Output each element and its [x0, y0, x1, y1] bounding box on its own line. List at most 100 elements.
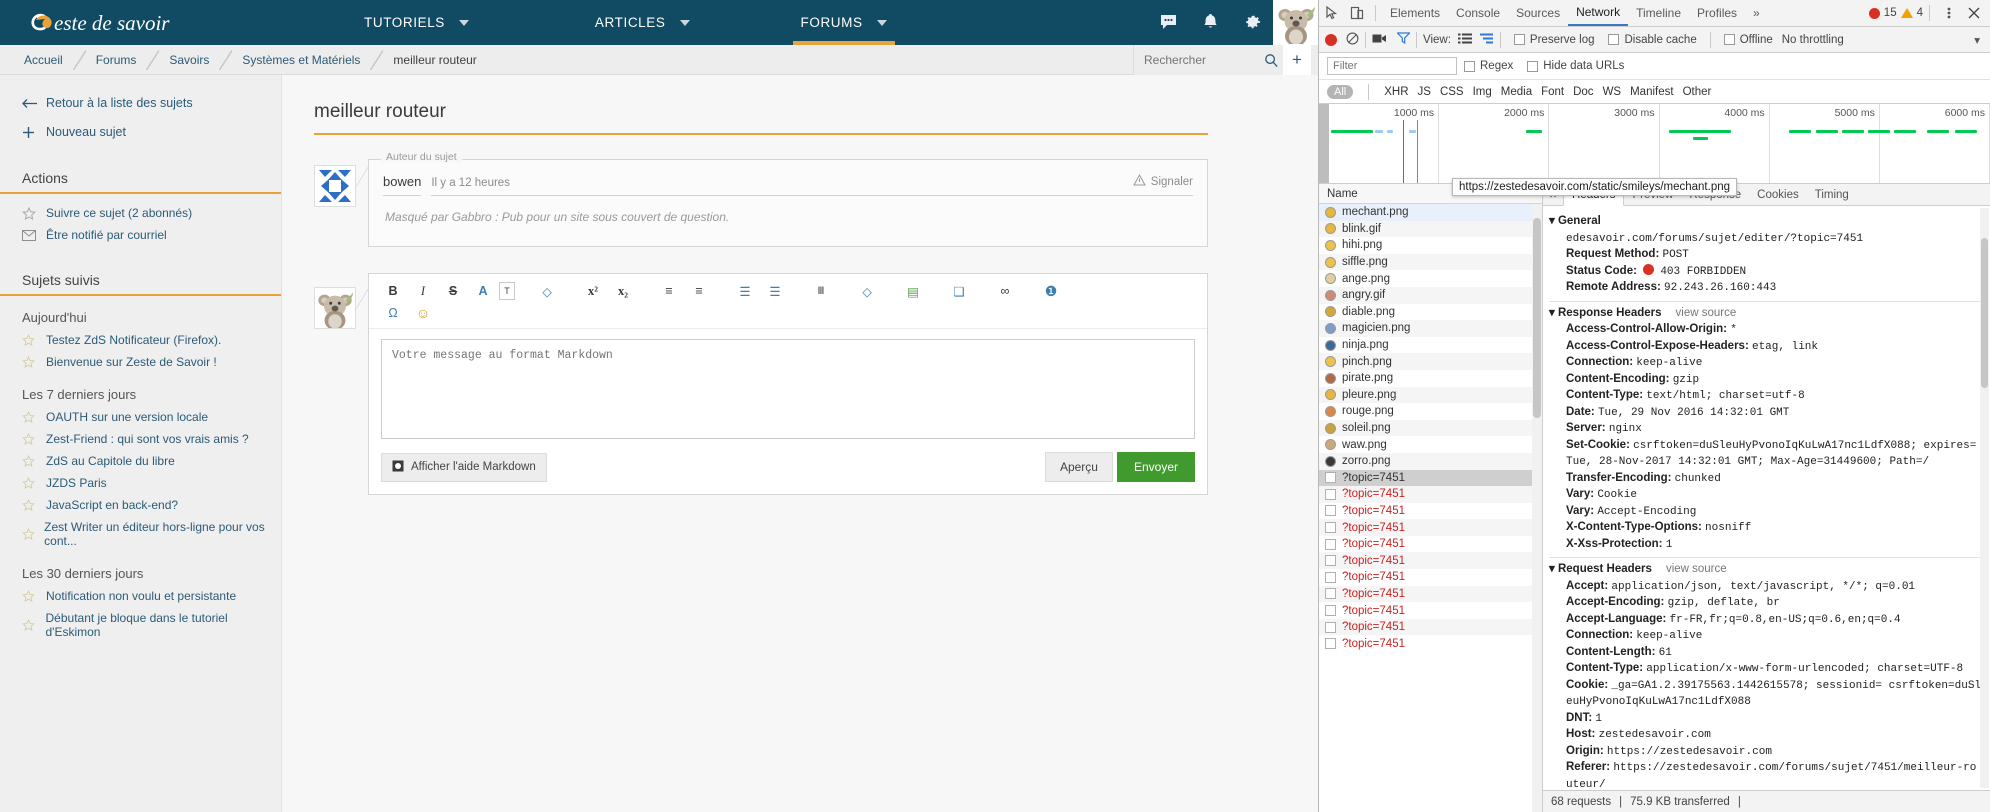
tab-profiles[interactable]: Profiles [1689, 0, 1745, 26]
response-headers-title[interactable]: ▾ Response Headers view source [1549, 306, 1982, 322]
list-item[interactable]: Testez ZdS Notificateur (Firefox). [0, 329, 281, 351]
filter-js[interactable]: JS [1418, 86, 1431, 98]
table-row[interactable]: hihi.png [1319, 237, 1542, 254]
list-item[interactable]: Bienvenue sur Zeste de Savoir ! [0, 351, 281, 373]
preview-button[interactable]: Aperçu [1044, 452, 1113, 482]
align-center-icon[interactable]: ≡ [655, 280, 683, 302]
table-row[interactable]: angry.gif [1319, 286, 1542, 304]
table-row[interactable]: mechant.png [1319, 204, 1542, 221]
waterfall-view-icon[interactable] [1479, 33, 1494, 47]
tab-network[interactable]: Network [1568, 0, 1629, 26]
table-row[interactable]: rouge.png [1319, 403, 1542, 420]
ordered-list-icon[interactable]: ☰ [761, 280, 789, 302]
image-icon[interactable]: ▤ [899, 280, 927, 302]
list-view-icon[interactable] [1457, 33, 1472, 47]
request-headers-title[interactable]: ▾ Request Headers view source [1549, 562, 1982, 578]
abbr-icon[interactable]: A [469, 280, 497, 302]
table-row[interactable]: ?topic=7451 [1319, 635, 1542, 652]
table-row[interactable]: pirate.png [1319, 370, 1542, 387]
list-item[interactable]: Zest-Friend : qui sont vos vrais amis ? [0, 428, 281, 450]
italic-icon[interactable]: I [409, 280, 437, 302]
table-row[interactable]: ?topic=7451 [1319, 618, 1542, 636]
filter-img[interactable]: Img [1473, 86, 1492, 98]
view-source-link[interactable]: view source [1676, 306, 1737, 322]
list-item[interactable]: JavaScript en back-end? [0, 494, 281, 516]
tab-sources[interactable]: Sources [1508, 0, 1568, 26]
breadcrumb-item-forums[interactable]: Forums [96, 53, 137, 67]
table-row[interactable]: ?topic=7451 [1319, 503, 1542, 520]
sidebar-item-follow-topic[interactable]: Suivre ce sujet (2 abonnés) [0, 202, 281, 224]
settings-icon[interactable] [1231, 0, 1273, 45]
message-input[interactable] [381, 339, 1195, 439]
general-section-title[interactable]: ▾ General [1549, 214, 1982, 230]
request-list-scrollbar[interactable] [1532, 204, 1542, 812]
close-icon[interactable] [1961, 0, 1986, 26]
table-row[interactable]: waw.png [1319, 436, 1542, 453]
nav-item-forums[interactable]: FORUMS [792, 0, 895, 45]
breadcrumb-item-accueil[interactable]: Accueil [24, 53, 63, 67]
breadcrumb-item-systemes[interactable]: Systèmes et Matériels [242, 53, 360, 67]
table-row[interactable]: ?topic=7451 [1319, 519, 1542, 536]
more-tabs-button[interactable]: » [1745, 0, 1768, 26]
issue-counters[interactable]: 15 4 [1868, 7, 1923, 19]
filter-xhr[interactable]: XHR [1384, 86, 1408, 98]
table-row[interactable]: ange.png [1319, 270, 1542, 287]
key-icon[interactable]: T [499, 282, 515, 300]
tab-cookies[interactable]: Cookies [1749, 184, 1807, 205]
kebab-menu-icon[interactable] [1936, 0, 1961, 26]
site-logo[interactable]: este de savoir [26, 6, 256, 40]
table-row[interactable]: zorro.png [1319, 452, 1542, 470]
unordered-list-icon[interactable]: ☰ [731, 280, 759, 302]
request-rows[interactable]: mechant.png blink.gif hihi.png siffle.png an… [1319, 204, 1542, 812]
table-row[interactable]: ?topic=7451 [1319, 486, 1542, 503]
tab-timeline[interactable]: Timeline [1628, 0, 1689, 26]
list-item[interactable]: Débutant je bloque dans le tutoriel d'Es… [0, 607, 281, 643]
regex-checkbox[interactable]: Regex [1464, 60, 1513, 72]
offline-checkbox[interactable]: Offline [1723, 34, 1773, 46]
inspect-icon[interactable] [1319, 0, 1344, 26]
filter-input[interactable] [1327, 57, 1457, 75]
view-source-link[interactable]: view source [1666, 562, 1727, 578]
tab-elements[interactable]: Elements [1382, 0, 1448, 26]
table-row[interactable]: diable.png [1319, 304, 1542, 321]
special-char-icon[interactable]: Ω [379, 302, 407, 324]
nav-item-articles[interactable]: ARTICLES [587, 0, 698, 45]
search-input[interactable] [1134, 52, 1259, 68]
list-item[interactable]: Notification non voulu et persistante [0, 585, 281, 607]
device-toolbar-icon[interactable] [1344, 0, 1369, 26]
filter-doc[interactable]: Doc [1573, 86, 1593, 98]
chevron-down-icon[interactable]: ▾ [1974, 33, 1980, 47]
bold-icon[interactable]: B [379, 280, 407, 302]
filter-other[interactable]: Other [1683, 86, 1712, 98]
smiley-icon[interactable]: ☺ [409, 302, 437, 324]
filter-manifest[interactable]: Manifest [1630, 86, 1673, 98]
table-icon[interactable]: Ⅲ [807, 280, 835, 302]
table-row[interactable]: ?topic=7451 [1319, 469, 1542, 487]
messages-icon[interactable] [1147, 0, 1189, 45]
table-row[interactable]: pleure.png [1319, 386, 1542, 404]
nav-item-tutoriels[interactable]: TUTORIELS [356, 0, 477, 45]
table-row[interactable]: magicien.png [1319, 320, 1542, 337]
sidebar-new-topic[interactable]: Nouveau sujet [0, 115, 281, 144]
sidebar-item-email-notify[interactable]: Être notifié par courriel [0, 224, 281, 246]
list-item[interactable]: ZdS au Capitole du libre [0, 450, 281, 472]
table-row[interactable]: ?topic=7451 [1319, 602, 1542, 619]
breadcrumb-item-savoirs[interactable]: Savoirs [169, 53, 209, 67]
headers-scrollbar[interactable] [1980, 208, 1989, 788]
quote-icon[interactable]: ❑ [945, 280, 973, 302]
code-block-icon[interactable]: ◇ [853, 280, 881, 302]
inline-code-icon[interactable]: ◇ [533, 280, 561, 302]
table-row[interactable]: siffle.png [1319, 253, 1542, 271]
subscript-icon[interactable]: x₂ [609, 280, 637, 302]
filter-media[interactable]: Media [1501, 86, 1532, 98]
list-item[interactable]: Zest Writer un éditeur hors-ligne pour v… [0, 516, 281, 552]
camera-icon[interactable] [1372, 33, 1387, 47]
tab-console[interactable]: Console [1448, 0, 1508, 26]
filter-all[interactable]: All [1327, 84, 1354, 99]
record-icon[interactable] [1325, 33, 1337, 46]
table-row[interactable]: pinch.png [1319, 353, 1542, 370]
align-right-icon[interactable]: ≡ [685, 280, 713, 302]
strikethrough-icon[interactable]: S [439, 280, 467, 302]
list-item[interactable]: JZDS Paris [0, 472, 281, 494]
tab-timing[interactable]: Timing [1807, 184, 1857, 205]
